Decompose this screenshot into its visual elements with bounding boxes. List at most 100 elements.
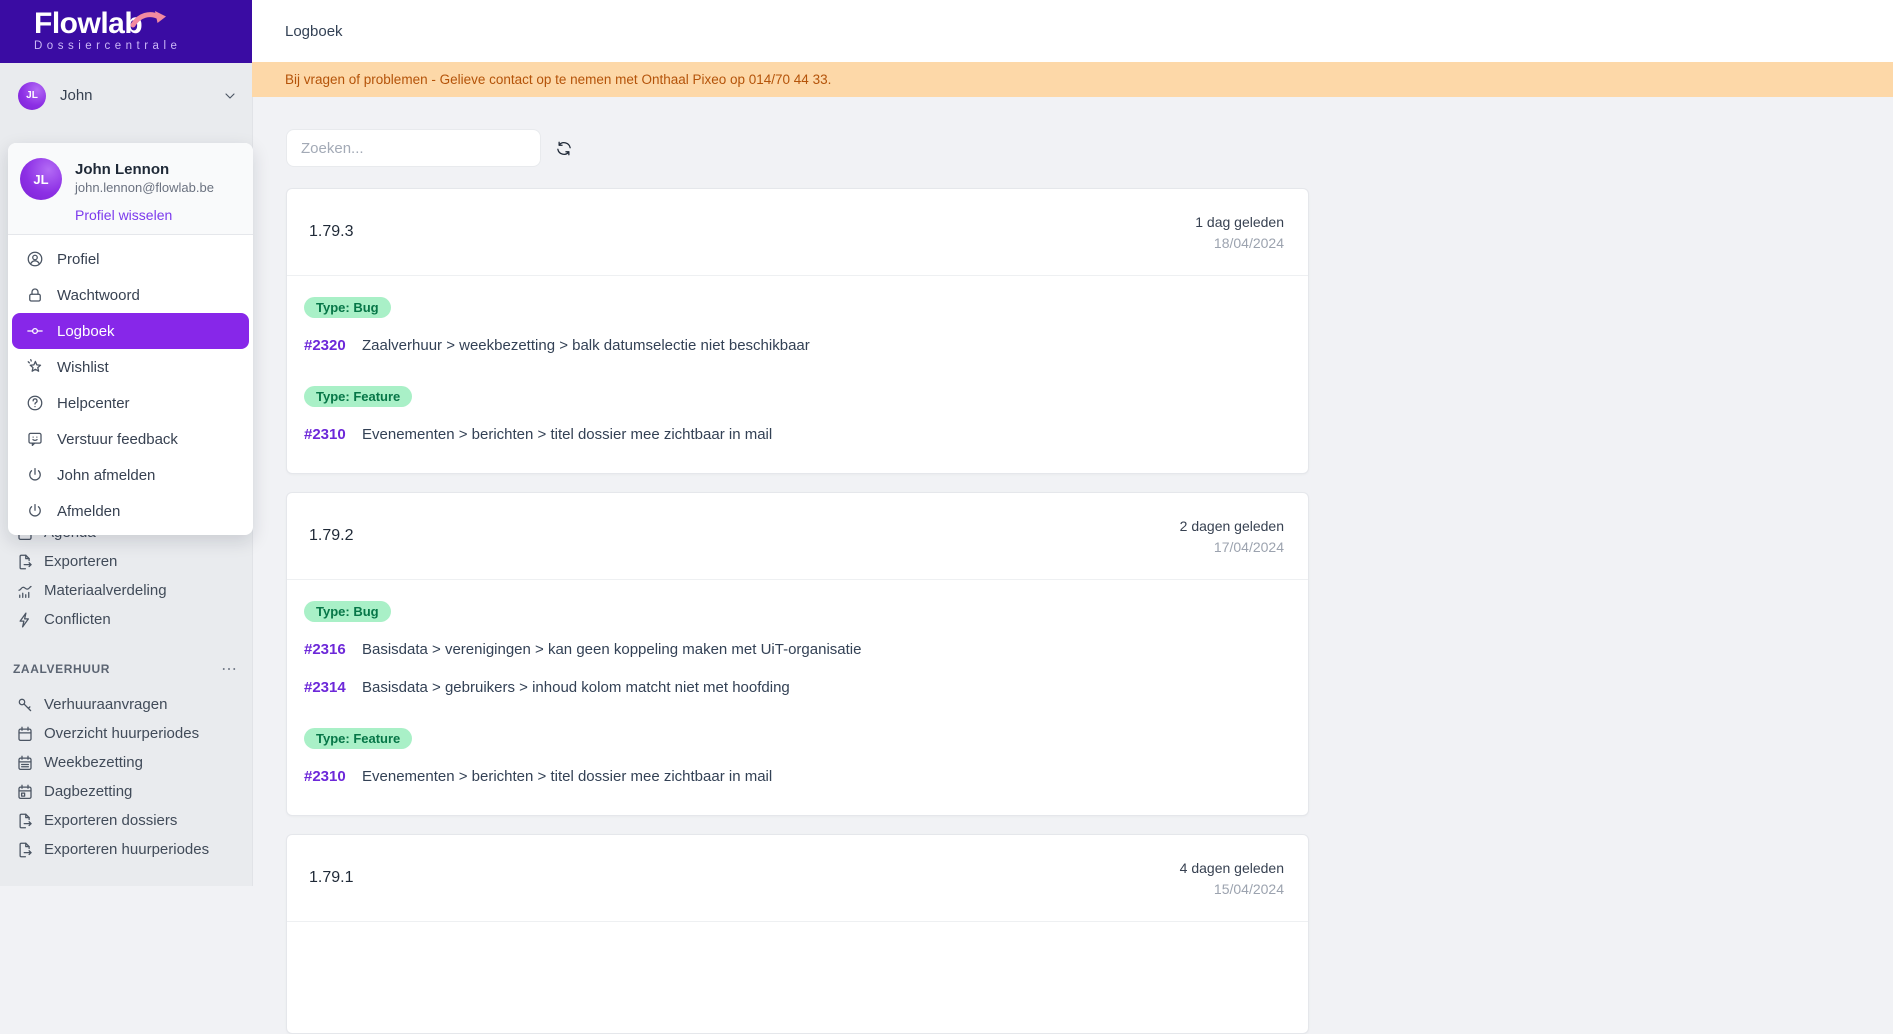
- menu-item-label: Wishlist: [57, 358, 109, 376]
- git-commit-icon: [26, 322, 44, 340]
- release-date: 18/04/2024: [1213, 234, 1284, 251]
- feedback-smiley-icon: [26, 430, 44, 448]
- menu-item-profiel[interactable]: Profiel: [12, 241, 249, 277]
- section-title: ZAALVERHUUR: [13, 662, 111, 676]
- avatar: JL: [18, 81, 46, 110]
- release-date: 15/04/2024: [1213, 880, 1284, 897]
- release-card-body: Type: Bug #2320 Zaalverhuur > weekbezett…: [287, 276, 1308, 473]
- issue-id-link[interactable]: #2314: [304, 678, 350, 698]
- help-circle-icon: [26, 394, 44, 412]
- user-full-name: John Lennon: [75, 161, 170, 178]
- menu-item-logboek[interactable]: Logboek: [12, 313, 249, 349]
- key-icon: [16, 696, 34, 714]
- sidebar-item-label: Weekbezetting: [44, 754, 143, 771]
- sidebar-section-zaalverhuur: ZAALVERHUUR: [0, 655, 252, 683]
- issue-id-link[interactable]: #2310: [304, 425, 350, 445]
- brand-tagline: Dossiercentrale: [34, 40, 182, 52]
- content: 1.79.3 1 dag geleden 18/04/2024 Type: Bu…: [252, 97, 1893, 1034]
- release-version: 1.79.2: [309, 527, 354, 544]
- release-version: 1.79.3: [309, 223, 354, 240]
- issue-row: #2316 Basisdata > verenigingen > kan gee…: [304, 640, 1291, 660]
- issue-row: #2320 Zaalverhuur > weekbezetting > balk…: [304, 336, 1291, 356]
- refresh-icon: [555, 139, 573, 158]
- type-badge: Type: Feature: [304, 728, 413, 749]
- type-badge: Type: Bug: [304, 601, 391, 622]
- sidebar-item-label: Conflicten: [44, 611, 111, 628]
- user-circle-icon: [26, 250, 44, 268]
- release-card: 1.79.1 4 dagen geleden 15/04/2024: [286, 834, 1309, 1034]
- menu-item-john-afmelden[interactable]: John afmelden: [12, 457, 249, 493]
- lightning-icon: [16, 611, 34, 629]
- issue-id-link[interactable]: #2310: [304, 767, 350, 787]
- file-export-icon: [16, 553, 34, 571]
- brand-logo: Flowlab: [34, 7, 143, 40]
- sidebar-item-label: Overzicht huurperiodes: [44, 725, 200, 742]
- issue-text: Zaalverhuur > weekbezetting > balk datum…: [362, 337, 810, 354]
- notice-text: Bij vragen of problemen - Gelieve contac…: [285, 72, 832, 87]
- release-card: 1.79.3 1 dag geleden 18/04/2024 Type: Bu…: [286, 188, 1309, 474]
- switch-profile-link[interactable]: Profiel wisselen: [75, 207, 241, 223]
- menu-item-label: Wachtwoord: [57, 286, 140, 304]
- issue-text: Evenementen > berichten > titel dossier …: [362, 426, 773, 443]
- menu-item-label: Verstuur feedback: [57, 430, 178, 448]
- menu-item-wachtwoord[interactable]: Wachtwoord: [12, 277, 249, 313]
- user-dropdown-header: JL John Lennon john.lennon@flowlab.be Pr…: [8, 143, 253, 235]
- sidebar-item-exporteren[interactable]: Exporteren: [0, 547, 252, 576]
- file-export-icon: [16, 812, 34, 830]
- avatar: JL: [20, 158, 62, 200]
- sidebar-item-conflicten[interactable]: Conflicten: [0, 605, 252, 634]
- sidebar-item-exporteren-huurperiodes[interactable]: Exporteren huurperiodes: [0, 835, 252, 864]
- sidebar-item-dagbezetting[interactable]: Dagbezetting: [0, 777, 252, 806]
- sidebar-item-verhuuraanvragen[interactable]: Verhuuraanvragen: [0, 690, 252, 719]
- type-badge: Type: Feature: [304, 386, 413, 407]
- issue-text: Evenementen > berichten > titel dossier …: [362, 768, 773, 785]
- release-relative-date: 2 dagen geleden: [1179, 517, 1284, 534]
- calendar-week-icon: [16, 754, 34, 772]
- menu-item-verstuur-feedback[interactable]: Verstuur feedback: [12, 421, 249, 457]
- calendar-day-icon: [16, 783, 34, 801]
- notice-banner: Bij vragen of problemen - Gelieve contac…: [252, 62, 1893, 97]
- sidebar-item-label: Materiaalverdeling: [44, 582, 167, 599]
- sidebar-item-label: Exporteren huurperiodes: [44, 841, 210, 858]
- release-relative-date: 1 dag geleden: [1195, 213, 1284, 230]
- power-icon: [26, 502, 44, 520]
- sidebar-item-overzicht-huurperiodes[interactable]: Overzicht huurperiodes: [0, 719, 252, 748]
- release-relative-date: 4 dagen geleden: [1179, 859, 1284, 876]
- menu-item-helpcenter[interactable]: Helpcenter: [12, 385, 249, 421]
- chevron-down-icon: [222, 88, 238, 104]
- issue-row: #2310 Evenementen > berichten > titel do…: [304, 425, 1291, 445]
- user-menu-toggle[interactable]: JL John: [0, 63, 252, 128]
- issue-text: Basisdata > verenigingen > kan geen kopp…: [362, 641, 862, 658]
- sidebar-item-label: Dagbezetting: [44, 783, 133, 800]
- sidebar-item-label: Exporteren: [44, 553, 118, 570]
- sidebar-item-exporteren-dossiers[interactable]: Exporteren dossiers: [0, 806, 252, 835]
- ellipsis-icon[interactable]: [220, 660, 238, 678]
- user-dropdown: JL John Lennon john.lennon@flowlab.be Pr…: [8, 143, 253, 535]
- release-card-header: 1.79.2 2 dagen geleden 17/04/2024: [287, 493, 1308, 580]
- sidebar-nav: Agenda Exporteren Materiaalverdeling Con…: [0, 518, 252, 864]
- issue-id-link[interactable]: #2320: [304, 336, 350, 356]
- star-sparkle-icon: [26, 358, 44, 376]
- sidebar-item-weekbezetting[interactable]: Weekbezetting: [0, 748, 252, 777]
- refresh-button[interactable]: [553, 137, 575, 160]
- sidebar-item-materiaalverdeling[interactable]: Materiaalverdeling: [0, 576, 252, 605]
- release-version: 1.79.1: [309, 869, 354, 886]
- menu-item-label: Logboek: [57, 322, 115, 340]
- issue-row: #2314 Basisdata > gebruikers > inhoud ko…: [304, 678, 1291, 698]
- main-area: Logboek Bij vragen of problemen - Geliev…: [252, 0, 1893, 1034]
- user-name: John: [60, 87, 93, 104]
- release-card-body: Type: Bug #2316 Basisdata > verenigingen…: [287, 580, 1308, 815]
- issue-text: Basisdata > gebruikers > inhoud kolom ma…: [362, 679, 790, 696]
- menu-item-afmelden[interactable]: Afmelden: [12, 493, 249, 529]
- brand-arrow-icon: [130, 11, 167, 28]
- sidebar-item-label: Exporteren dossiers: [44, 812, 178, 829]
- power-icon: [26, 466, 44, 484]
- menu-item-label: Profiel: [57, 250, 100, 268]
- topbar: Logboek: [252, 0, 1893, 62]
- user-email: john.lennon@flowlab.be: [75, 180, 214, 195]
- issue-id-link[interactable]: #2316: [304, 640, 350, 660]
- release-card-header: 1.79.3 1 dag geleden 18/04/2024: [287, 189, 1308, 276]
- search-input[interactable]: [286, 129, 541, 167]
- menu-item-label: Helpcenter: [57, 394, 130, 412]
- menu-item-wishlist[interactable]: Wishlist: [12, 349, 249, 385]
